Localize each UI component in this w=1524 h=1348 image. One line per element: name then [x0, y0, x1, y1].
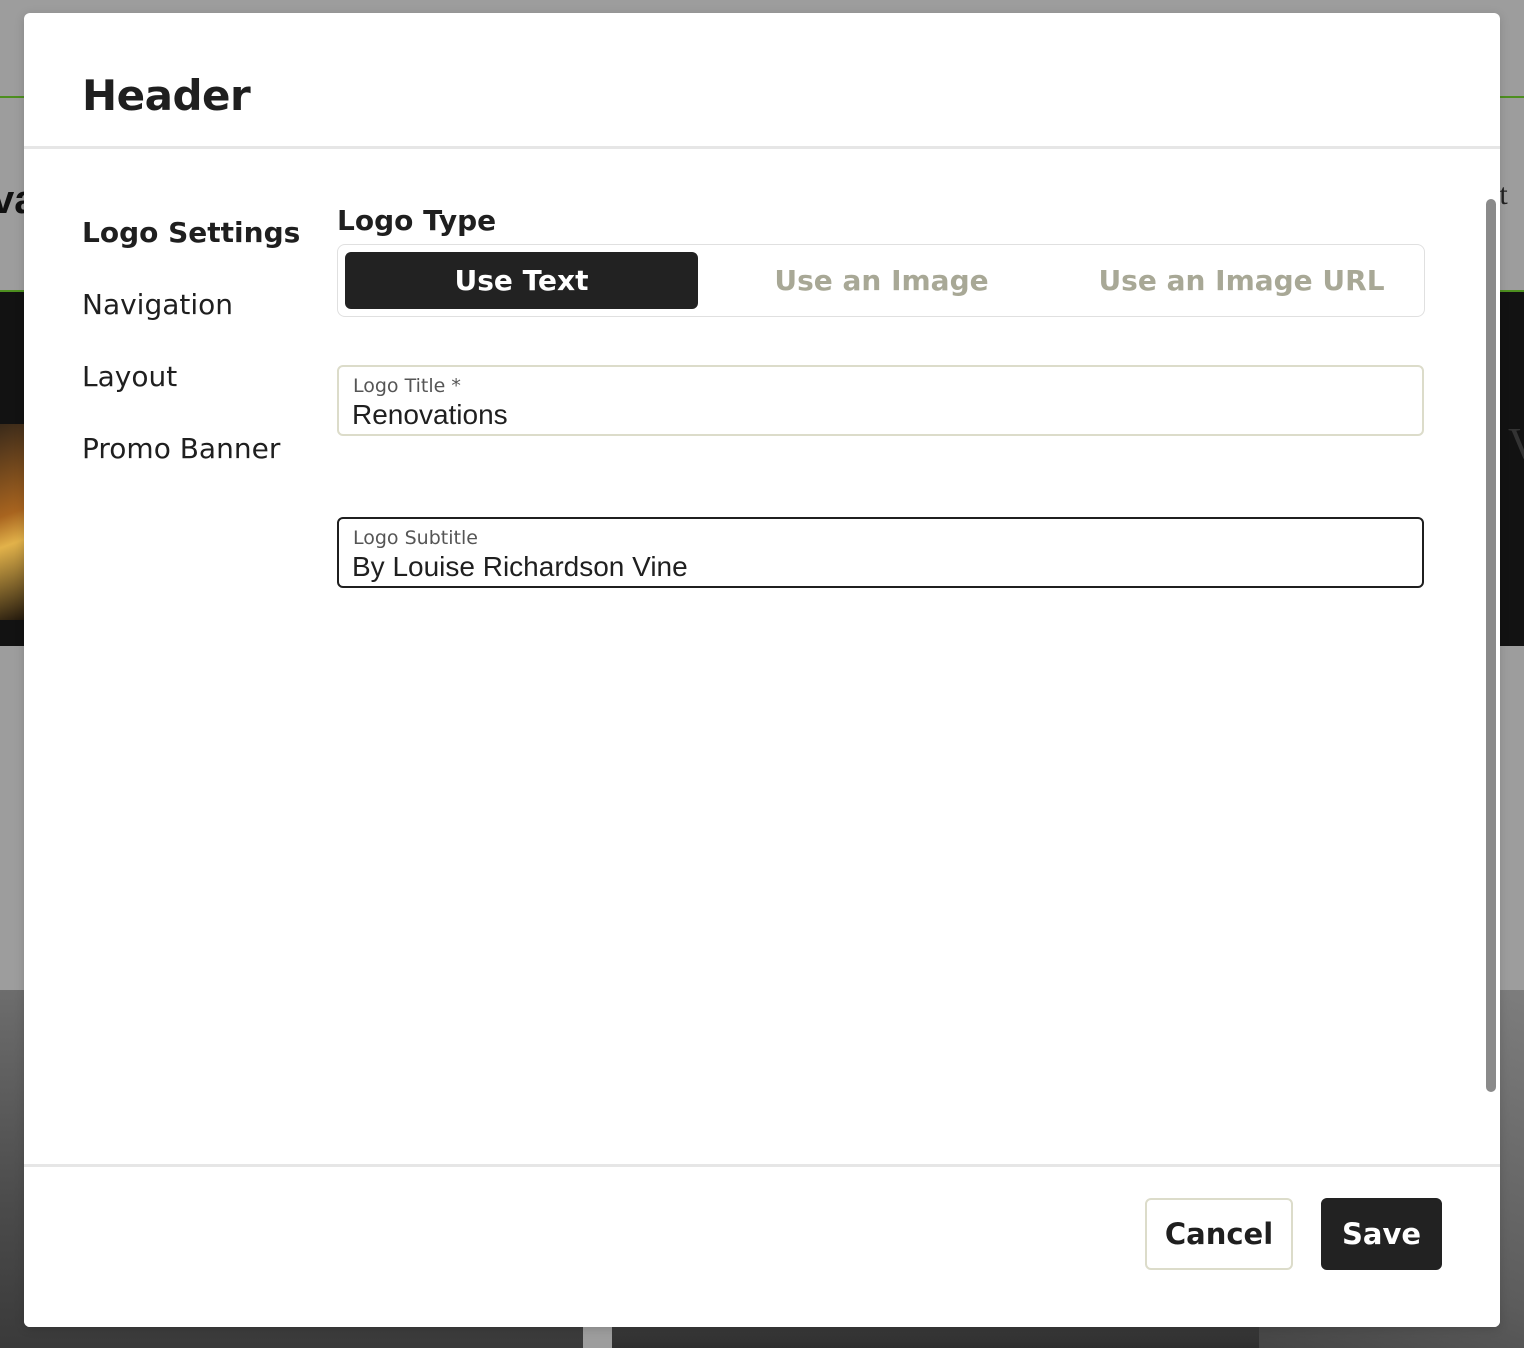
- logo-subtitle-field[interactable]: Logo Subtitle: [337, 517, 1424, 588]
- nav-item-layout[interactable]: Layout: [82, 357, 322, 429]
- logo-type-use-text-button[interactable]: Use Text: [345, 252, 698, 309]
- background-text-fragment: V: [1508, 419, 1524, 468]
- logo-settings-panel: Logo Type Use Text Use an Image Use an I…: [337, 199, 1425, 588]
- nav-item-logo-settings[interactable]: Logo Settings: [82, 213, 322, 285]
- modal-header: Header: [24, 13, 1500, 149]
- logo-title-label: Logo Title *: [353, 375, 461, 397]
- logo-subtitle-label: Logo Subtitle: [353, 527, 478, 549]
- cancel-button[interactable]: Cancel: [1145, 1198, 1293, 1270]
- modal-footer: Cancel Save: [24, 1164, 1500, 1327]
- logo-title-field[interactable]: Logo Title *: [337, 365, 1424, 436]
- logo-type-use-image-button[interactable]: Use an Image: [705, 252, 1058, 309]
- modal-scrollbar-thumb[interactable]: [1486, 199, 1496, 1092]
- nav-item-navigation[interactable]: Navigation: [82, 285, 322, 357]
- save-button[interactable]: Save: [1321, 1198, 1442, 1270]
- logo-type-use-image-url-button[interactable]: Use an Image URL: [1065, 252, 1418, 309]
- logo-type-segmented-control: Use Text Use an Image Use an Image URL: [337, 244, 1425, 317]
- logo-title-input[interactable]: [352, 399, 1402, 431]
- nav-item-promo-banner[interactable]: Promo Banner: [82, 429, 322, 501]
- logo-subtitle-input[interactable]: [352, 551, 1402, 583]
- settings-side-nav: Logo Settings Navigation Layout Promo Ba…: [82, 213, 322, 501]
- logo-type-label: Logo Type: [337, 204, 497, 237]
- header-settings-modal: Header Logo Settings Navigation Layout P…: [24, 13, 1500, 1327]
- modal-title: Header: [82, 71, 251, 120]
